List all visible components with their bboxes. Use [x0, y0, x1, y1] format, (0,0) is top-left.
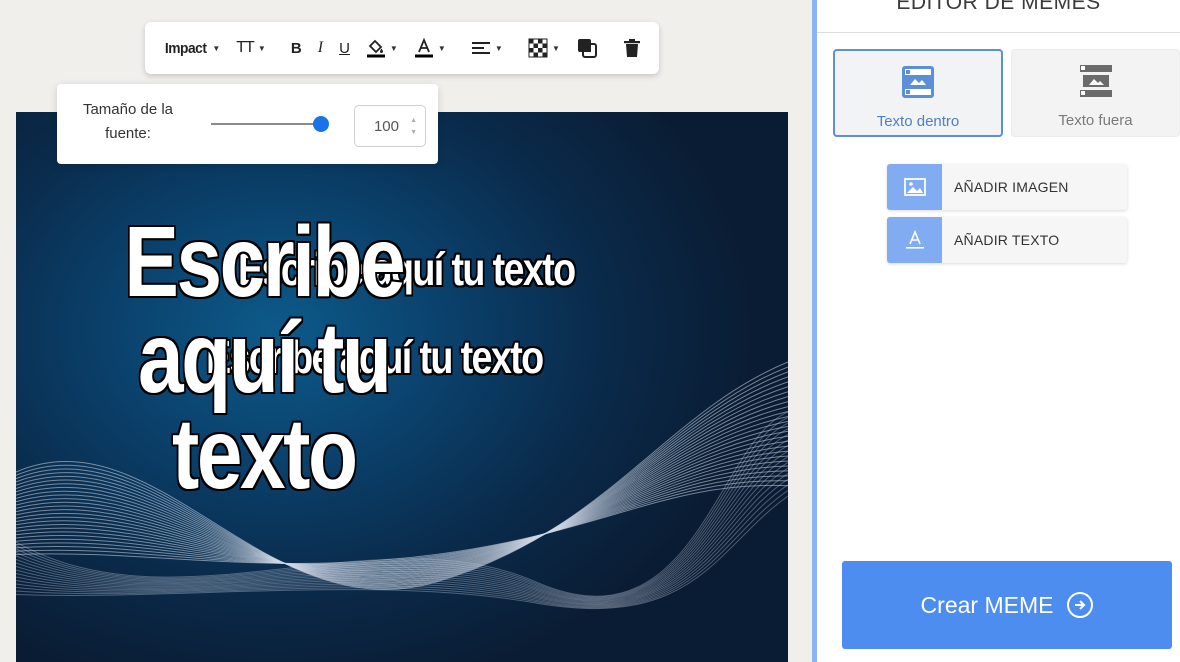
bold-icon: B: [290, 39, 302, 57]
delete-button[interactable]: [617, 31, 647, 65]
text-inside-icon: [902, 66, 934, 98]
workspace: Escribe aquí tu texto Escribe aquí tu te…: [0, 0, 812, 662]
font-size-label: Tamaño de la fuente:: [82, 101, 174, 142]
add-image-button[interactable]: AÑADIR IMAGEN: [887, 164, 1127, 210]
underline-button[interactable]: U: [333, 31, 356, 65]
font-size-slider-handle[interactable]: [313, 116, 329, 132]
chevron-down-icon: ▼: [551, 43, 560, 53]
mode-text-inside[interactable]: Texto dentro: [833, 49, 1003, 137]
font-size-input[interactable]: 100 ▲ ▼: [354, 105, 426, 147]
arrow-right-circle-icon: [1067, 592, 1094, 618]
font-size-slider-track[interactable]: [211, 123, 321, 125]
font-size-popover: Tamaño de la fuente: 100 ▲ ▼: [57, 84, 438, 164]
text-color-icon: [414, 38, 433, 58]
checkerboard-icon: [528, 38, 548, 58]
add-text-button[interactable]: AÑADIR TEXTO: [887, 217, 1127, 263]
text-size-icon: TT: [236, 39, 255, 56]
chevron-down-icon: ▼: [494, 43, 503, 53]
spin-down-icon[interactable]: ▼: [410, 129, 417, 136]
opacity-dropdown[interactable]: ▼: [522, 31, 566, 65]
text-icon: [905, 230, 924, 249]
align-dropdown[interactable]: ▼: [465, 31, 509, 65]
font-family-dropdown[interactable]: Impact ▼: [157, 31, 226, 65]
font-size-value: 100: [373, 118, 399, 135]
meme-canvas[interactable]: Escribe aquí tu texto Escribe aquí tu te…: [16, 112, 788, 662]
underline-icon: U: [339, 39, 350, 57]
mode-label: Texto fuera: [1058, 112, 1133, 129]
mode-label: Texto dentro: [876, 113, 960, 130]
chevron-down-icon: ▼: [212, 43, 221, 53]
italic-icon: I: [317, 39, 324, 56]
chevron-down-icon: ▼: [389, 43, 398, 53]
layers-icon: [577, 39, 597, 58]
text-size-dropdown[interactable]: TT ▼: [230, 31, 271, 65]
mode-text-outside[interactable]: Texto fuera: [1011, 49, 1180, 137]
create-meme-label: Crear MEME: [920, 591, 1054, 618]
trash-icon: [624, 39, 641, 57]
fill-color-dropdown[interactable]: ▼: [360, 31, 404, 65]
layer-order-button[interactable]: [570, 31, 604, 65]
text-outside-icon: [1079, 65, 1112, 97]
bold-button[interactable]: B: [285, 31, 308, 65]
chevron-down-icon: ▼: [437, 43, 446, 53]
text-format-toolbar: Impact ▼ TT ▼ B I U ▼ ▼ ▼ ▼: [145, 22, 659, 74]
panel-title: EDITOR DE MEMES: [896, 0, 1101, 14]
align-left-icon: [471, 42, 490, 54]
paint-bucket-icon: [366, 39, 385, 58]
spin-up-icon[interactable]: ▲: [410, 117, 417, 124]
meme-text-layer-3[interactable]: Escribe aquí tu texto: [108, 212, 420, 504]
editor-panel: EDITOR DE MEMES Texto dentro Texto fuera: [817, 0, 1180, 662]
font-family-value: Impact: [164, 39, 207, 57]
text-color-dropdown[interactable]: ▼: [408, 31, 452, 65]
create-meme-button[interactable]: Crear MEME: [842, 561, 1172, 649]
add-text-label: AÑADIR TEXTO: [954, 232, 1060, 248]
image-icon: [903, 178, 926, 196]
chevron-down-icon: ▼: [257, 43, 266, 53]
add-image-label: AÑADIR IMAGEN: [954, 179, 1069, 195]
italic-button[interactable]: I: [312, 31, 329, 65]
